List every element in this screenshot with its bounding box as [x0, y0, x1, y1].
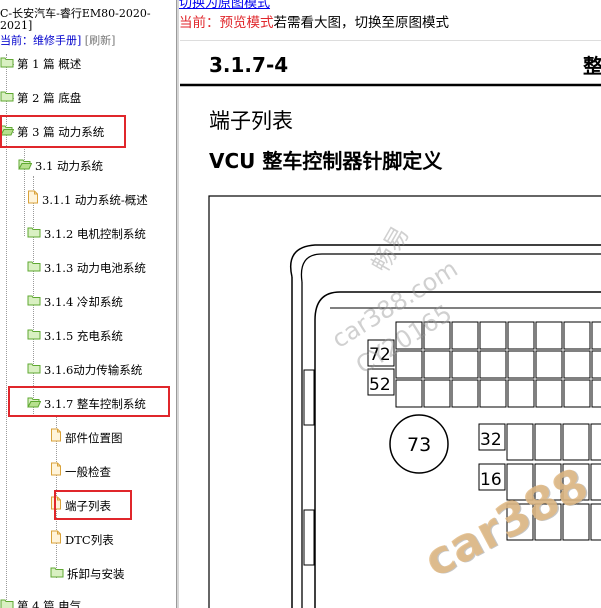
tree-item-3-1-6[interactable]: 3.1.6动力传输系统 — [27, 360, 142, 380]
current-prefix: 当前： — [0, 34, 33, 47]
tree-item-label: 3.1.6动力传输系统 — [44, 363, 143, 377]
pin-cell — [590, 423, 601, 461]
pin-cell — [479, 379, 507, 408]
pin-cell — [423, 350, 451, 379]
pin-cell — [591, 350, 601, 379]
connector-title: VCU 整车控制器针脚定义 — [209, 149, 442, 173]
pin-cell — [451, 321, 479, 350]
pin-cell — [451, 350, 479, 379]
switch-to-original-link[interactable]: 切换为原图模式 — [179, 0, 270, 11]
tree-item-label: 部件位置图 — [65, 431, 123, 445]
folder-icon — [0, 596, 14, 608]
document-icon — [50, 428, 62, 448]
tree-item-label: DTC列表 — [65, 533, 114, 547]
current-manual-link[interactable]: 维修手册] — [33, 34, 81, 47]
pin-cell — [479, 321, 507, 350]
pin-cell — [506, 423, 534, 461]
folder-icon — [27, 224, 41, 244]
folder-icon — [0, 54, 14, 74]
pin-cell — [479, 350, 507, 379]
tree-item-label: 3.1.1 动力系统-概述 — [42, 193, 148, 207]
view-mode-line: 当前：预览模式若需看大图，切换至原图模式 — [179, 11, 449, 31]
tree-item-label: 3.1.5 充电系统 — [44, 329, 123, 343]
tree-item-general-inspection[interactable]: 一般检查 — [50, 462, 111, 482]
pin-cell — [591, 321, 601, 350]
tree-item-label: 拆卸与安装 — [67, 567, 125, 581]
pin-cell — [563, 379, 591, 408]
pin-cell — [535, 379, 563, 408]
pin-cell — [534, 423, 562, 461]
tree-item-label: 3.1 动力系统 — [35, 159, 103, 173]
tree-item-3-1-1[interactable]: 3.1.1 动力系统-概述 — [27, 190, 148, 210]
tree-item-label: 3.1.2 电机控制系统 — [44, 227, 146, 241]
pin-cell — [507, 321, 535, 350]
pin-cell — [507, 350, 535, 379]
pin-number-73: 73 — [407, 434, 431, 456]
highlight-box — [54, 490, 132, 520]
current-manual-line: 当前：维修手册] [刷新] — [0, 34, 115, 48]
tree-item-chapter-4[interactable]: 第 4 篇 电气 — [0, 596, 81, 608]
view-mode-hint: 若需看大图，切换至原图模式 — [273, 15, 450, 31]
document-icon — [27, 190, 39, 210]
tree-item-chapter-1[interactable]: 第 1 篇 概述 — [0, 54, 81, 74]
section-heading: 端子列表 — [209, 109, 293, 133]
pin-cell — [591, 379, 601, 408]
pin-number-52: 52 — [369, 375, 391, 395]
tree-item-dtc-list[interactable]: DTC列表 — [50, 530, 114, 550]
tree-item-label: 第 1 篇 概述 — [17, 57, 82, 71]
pin-number-32: 32 — [480, 430, 502, 450]
tree-item-3-1-3[interactable]: 3.1.3 动力电池系统 — [27, 258, 146, 278]
tree-item-3-1[interactable]: 3.1 动力系统 — [18, 156, 103, 176]
pin-cell — [395, 379, 423, 408]
pin-cell — [590, 503, 601, 541]
highlight-box — [8, 386, 170, 417]
page-header-right: 整 — [582, 54, 601, 78]
folder-icon — [50, 564, 64, 584]
pin-cell — [507, 379, 535, 408]
pin-cell — [423, 379, 451, 408]
pin-cell — [590, 463, 601, 501]
folder-icon — [27, 258, 41, 278]
lock-tab — [303, 509, 315, 566]
folder-icon — [27, 326, 41, 346]
tree-item-3-1-2[interactable]: 3.1.2 电机控制系统 — [27, 224, 146, 244]
pin-cell — [563, 350, 591, 379]
tree-item-label: 第 4 篇 电气 — [17, 599, 82, 608]
tree-item-component-location[interactable]: 部件位置图 — [50, 428, 123, 448]
folder-icon — [27, 360, 41, 380]
tree-item-3-1-4[interactable]: 3.1.4 冷却系统 — [27, 292, 123, 312]
view-mode-prefix: 当前：预览模式 — [179, 15, 274, 31]
tree-item-chapter-2[interactable]: 第 2 篇 底盘 — [0, 88, 81, 108]
document-viewer: 切换为原图模式 当前：预览模式若需看大图，切换至原图模式 3.1.7-4 整 端… — [179, 0, 601, 608]
tree-item-label: 第 2 篇 底盘 — [17, 91, 82, 105]
highlight-box — [0, 115, 126, 148]
document-icon — [50, 530, 62, 550]
navigation-tree-panel: C-长安汽车-睿行EM80-2020-2021] 当前：维修手册] [刷新] 第… — [0, 0, 176, 608]
pin-cell — [563, 321, 591, 350]
section-number: 3.1.7-4 — [209, 53, 288, 77]
manual-title: C-长安汽车-睿行EM80-2020-2021] — [0, 7, 151, 32]
tree-item-label: 一般检查 — [65, 465, 111, 479]
pin-cell — [562, 423, 590, 461]
folder-icon — [0, 88, 14, 108]
tree-item-3-1-5[interactable]: 3.1.5 充电系统 — [27, 326, 123, 346]
tree-item-removal-installation[interactable]: 拆卸与安装 — [50, 564, 125, 584]
refresh-link[interactable]: [刷新] — [85, 34, 116, 47]
tree-item-label: 3.1.4 冷却系统 — [44, 295, 123, 309]
folder-open-icon — [18, 156, 33, 176]
tree-item-label: 3.1.3 动力电池系统 — [44, 261, 146, 275]
pin-cell — [535, 321, 563, 350]
pin-cell — [535, 350, 563, 379]
folder-icon — [27, 292, 41, 312]
pin-number-16: 16 — [480, 470, 502, 490]
document-icon — [50, 462, 62, 482]
lock-tab — [303, 369, 315, 426]
pin-cell — [451, 379, 479, 408]
